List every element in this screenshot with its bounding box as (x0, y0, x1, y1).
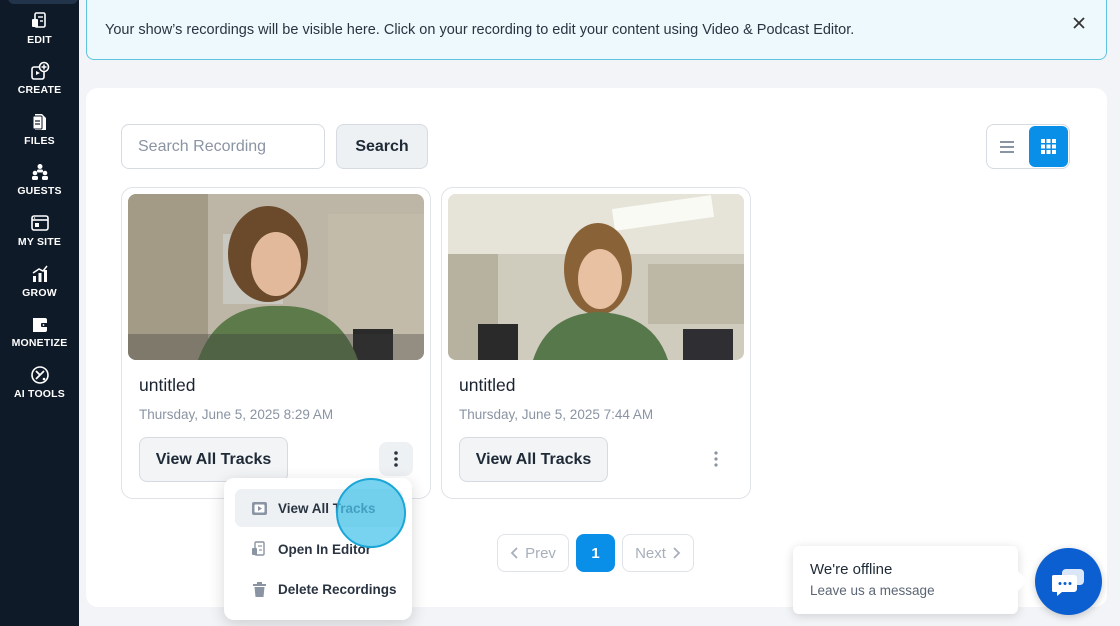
sidebar-item-label: MY SITE (17, 236, 62, 248)
menu-item-open-in-editor[interactable]: Open In Editor (235, 530, 403, 568)
trash-icon (253, 581, 266, 597)
recording-title: untitled (459, 375, 516, 395)
pagination-next[interactable]: Next (622, 534, 694, 572)
menu-item-label: Delete Recordings (278, 581, 397, 597)
view-all-tracks-button[interactable]: View All Tracks (459, 437, 608, 482)
sidebar-item-ai-tools[interactable]: AI TOOLS (0, 365, 79, 411)
search-button[interactable]: Search (336, 124, 428, 169)
pagination-prev-label: Prev (525, 544, 556, 562)
pagination-prev[interactable]: Prev (497, 534, 569, 572)
video-thumbnail-image (128, 194, 424, 360)
chat-offline-bubble[interactable]: We're offline Leave us a message (793, 546, 1028, 614)
sidebar-item-label: GROW (22, 287, 57, 299)
more-options-button[interactable] (379, 442, 413, 476)
recording-card[interactable]: untitled Thursday, June 5, 2025 8:29 AM … (121, 187, 431, 499)
chat-launcher-button[interactable] (1035, 548, 1102, 615)
video-thumbnail-image (448, 194, 744, 360)
play-icon (252, 501, 267, 515)
recording-card[interactable]: untitled Thursday, June 5, 2025 7:44 AM … (441, 187, 751, 499)
close-icon[interactable] (1070, 14, 1088, 32)
grid-icon (1040, 139, 1056, 154)
menu-item-label: Open In Editor (278, 541, 371, 557)
chevron-left-icon (510, 547, 518, 559)
sidebar-item-monetize[interactable]: MONETIZE (0, 314, 79, 360)
sidebar-item-grow[interactable]: GROW (0, 264, 79, 310)
recording-thumbnail[interactable] (128, 194, 424, 360)
editor-icon (252, 540, 265, 556)
more-options-button[interactable] (699, 442, 733, 476)
sidebar-top-indicator (8, 0, 78, 4)
sidebar-item-files[interactable]: FILES (0, 112, 79, 158)
recording-thumbnail[interactable] (448, 194, 744, 360)
sidebar-item-label: CREATE (17, 84, 62, 96)
chat-prompt: Leave us a message (810, 583, 935, 598)
sidebar-item-label: AI TOOLS (14, 388, 65, 400)
sidebar-item-label: GUESTS (17, 185, 62, 197)
chart-icon (32, 265, 48, 282)
list-icon (1000, 140, 1015, 153)
ai-tools-icon (30, 366, 49, 384)
files-icon (32, 114, 46, 130)
info-banner: Your show’s recordings will be visible h… (86, 0, 1107, 60)
sidebar-item-label: FILES (24, 135, 55, 147)
banner-text: Your show’s recordings will be visible h… (105, 21, 855, 38)
site-icon (30, 215, 49, 231)
recording-title: untitled (139, 375, 196, 395)
create-icon (30, 61, 49, 80)
grid-view-button[interactable] (1028, 126, 1068, 167)
menu-item-label: View All Tracks (278, 500, 376, 516)
sidebar-item-label: MONETIZE (11, 337, 68, 349)
sidebar-item-edit[interactable]: EDIT (0, 11, 79, 57)
search-input[interactable] (121, 124, 325, 169)
sidebar-item-label: EDIT (27, 34, 52, 46)
edit-icon (31, 12, 46, 28)
more-vertical-icon (714, 451, 718, 467)
recording-date: Thursday, June 5, 2025 7:44 AM (459, 407, 654, 422)
menu-item-delete-recordings[interactable]: Delete Recordings (235, 570, 403, 608)
sidebar: EDIT CREATE FILES GUESTS MY SITE GROW MO… (0, 0, 79, 626)
pagination-page[interactable]: 1 (576, 534, 615, 572)
sidebar-item-my-site[interactable]: MY SITE (0, 213, 79, 259)
guests-icon (31, 164, 48, 180)
view-all-tracks-button[interactable]: View All Tracks (139, 437, 288, 482)
monetize-icon (32, 318, 48, 332)
recording-date: Thursday, June 5, 2025 8:29 AM (139, 407, 334, 422)
chat-icon (1051, 568, 1084, 596)
sidebar-item-guests[interactable]: GUESTS (0, 162, 79, 208)
more-vertical-icon (394, 451, 398, 467)
recording-context-menu: View All Tracks Open In Editor Delete Re… (224, 478, 412, 620)
list-view-button[interactable] (987, 125, 1028, 168)
sidebar-item-create[interactable]: CREATE (0, 61, 79, 107)
chevron-right-icon (673, 547, 681, 559)
view-toggle (986, 124, 1070, 169)
chat-status: We're offline (810, 561, 893, 578)
menu-item-view-all-tracks[interactable]: View All Tracks (235, 489, 403, 527)
pagination-next-label: Next (635, 544, 666, 562)
